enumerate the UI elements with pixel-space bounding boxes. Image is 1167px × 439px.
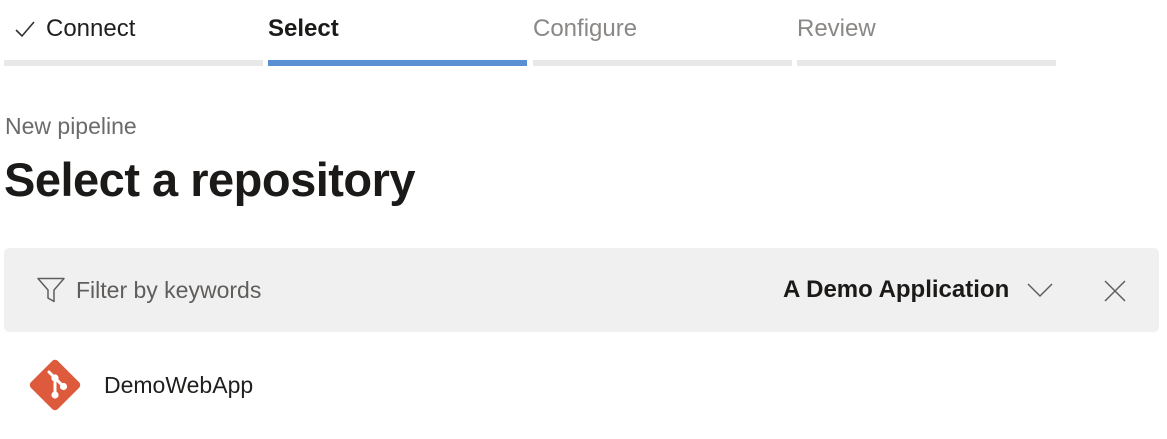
filter-bar: A Demo Application bbox=[4, 248, 1159, 332]
step-connect-label: Connect bbox=[46, 15, 136, 42]
filter-funnel-icon bbox=[37, 277, 65, 303]
repository-list: DemoWebApp bbox=[4, 346, 1159, 424]
step-configure[interactable]: Configure bbox=[533, 0, 792, 66]
step-configure-label: Configure bbox=[533, 15, 638, 42]
chevron-down-icon bbox=[1027, 283, 1053, 298]
filter-keywords-input[interactable] bbox=[76, 272, 696, 308]
breadcrumb: New pipeline bbox=[5, 113, 137, 139]
step-review-label: Review bbox=[797, 15, 876, 42]
step-connect[interactable]: Connect bbox=[4, 0, 263, 66]
step-select-progress-bar bbox=[268, 60, 527, 66]
clear-filter-button[interactable] bbox=[1100, 276, 1130, 306]
step-connect-label-row: Connect bbox=[14, 14, 135, 44]
checkmark-icon bbox=[15, 21, 35, 38]
step-review[interactable]: Review bbox=[797, 0, 1056, 66]
step-connect-progress-bar bbox=[4, 60, 263, 66]
project-dropdown-label: A Demo Application bbox=[783, 276, 1010, 303]
step-select[interactable]: Select bbox=[268, 0, 527, 66]
project-dropdown[interactable]: A Demo Application bbox=[783, 270, 1053, 310]
wizard-stepper: Connect Select Configure Review bbox=[4, 0, 1058, 66]
step-configure-progress-bar bbox=[533, 60, 792, 66]
repository-name: DemoWebApp bbox=[104, 372, 254, 398]
git-repo-icon bbox=[29, 359, 81, 411]
repository-item-demowebapp[interactable]: DemoWebApp bbox=[4, 346, 1159, 424]
page-title: Select a repository bbox=[4, 153, 416, 206]
step-review-progress-bar bbox=[797, 60, 1056, 66]
step-select-label: Select bbox=[268, 15, 339, 42]
close-icon bbox=[1104, 280, 1126, 302]
